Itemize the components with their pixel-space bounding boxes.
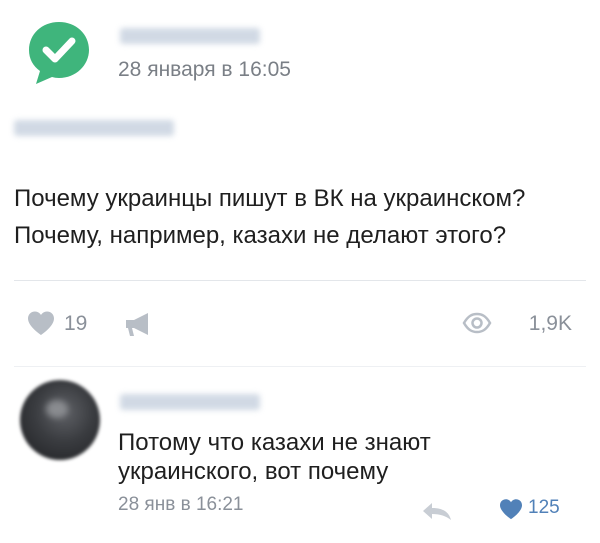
heart-icon [500,499,522,520]
like-button[interactable]: 19 [26,310,106,338]
reply-arrow-icon [423,503,451,520]
megaphone-icon [126,313,148,336]
comment-text: Потому что казахи не знают украинского, … [118,428,578,486]
post-date[interactable]: 28 января в 16:05 [118,58,291,82]
divider [14,366,586,367]
comment-like-count: 125 [528,497,560,518]
commenter-name[interactable] [120,394,260,410]
comment-like-button[interactable]: 125 [498,496,578,522]
like-count: 19 [64,312,88,335]
commenter-avatar[interactable] [20,380,100,460]
post-actions-bar: 19 1,9K [0,300,600,344]
views-count: 1,9K [528,312,572,335]
views-counter: 1,9K [462,310,572,338]
check-mark-speech-bubble-icon [29,22,89,84]
post-text: Почему украинцы пишут в ВК на украинском… [14,180,589,254]
eye-icon [462,312,492,334]
reply-button[interactable] [420,500,454,522]
post-text-line: Почему, например, казахи не делают этого… [14,222,507,249]
comment-item: Потому что казахи не знают украинского, … [0,370,600,543]
heart-icon [28,311,54,335]
post-text-line: Почему украинцы пишут в ВК на украинском… [14,185,526,212]
post-avatar[interactable] [24,18,94,88]
post-source-tag[interactable] [14,120,174,136]
post-author-name[interactable] [120,28,260,44]
comment-text-line: украинского, вот почему [118,458,389,485]
share-button[interactable] [122,310,156,338]
post-header: 28 января в 16:05 [0,0,600,120]
comment-text-line: Потому что казахи не знают [118,429,431,456]
comment-date[interactable]: 28 янв в 16:21 [118,494,244,516]
divider [14,280,586,281]
